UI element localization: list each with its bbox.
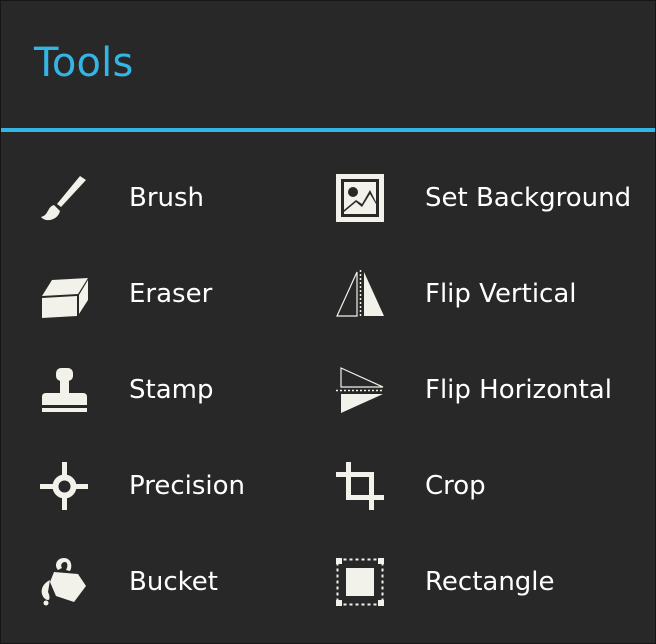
tool-brush[interactable]: Brush <box>40 166 300 230</box>
tool-label: Flip Horizontal <box>425 375 612 405</box>
tool-precision[interactable]: Precision <box>40 454 300 518</box>
tool-flip-vertical[interactable]: Flip Vertical <box>336 262 636 326</box>
stamp-icon <box>40 366 88 414</box>
flip-horizontal-icon <box>336 366 384 414</box>
tool-bucket[interactable]: Bucket <box>40 550 300 614</box>
rectangle-select-icon <box>336 558 384 606</box>
tool-stamp[interactable]: Stamp <box>40 358 300 422</box>
tool-label: Set Background <box>425 183 632 213</box>
tool-label: Eraser <box>129 279 213 309</box>
tools-dialog: Tools Brush Eraser Stamp Precision Bucke… <box>0 0 656 644</box>
tool-eraser[interactable]: Eraser <box>40 262 300 326</box>
tool-crop[interactable]: Crop <box>336 454 636 518</box>
crosshair-icon <box>40 462 88 510</box>
dialog-title: Tools <box>34 40 134 86</box>
tool-rectangle[interactable]: Rectangle <box>336 550 636 614</box>
brush-icon <box>40 174 88 222</box>
tool-set-background[interactable]: Set Background <box>336 166 636 230</box>
tool-label: Precision <box>129 471 246 501</box>
tool-label: Bucket <box>129 567 218 597</box>
tool-label: Flip Vertical <box>425 279 577 309</box>
tool-label: Rectangle <box>425 567 555 597</box>
tool-label: Brush <box>129 183 205 213</box>
image-icon <box>336 174 384 222</box>
tool-flip-horizontal[interactable]: Flip Horizontal <box>336 358 636 422</box>
tool-label: Stamp <box>129 375 214 405</box>
flip-vertical-icon <box>336 270 384 318</box>
tool-label: Crop <box>425 471 486 501</box>
crop-icon <box>336 462 384 510</box>
title-divider <box>1 128 655 132</box>
eraser-icon <box>40 270 88 318</box>
paint-bucket-icon <box>40 558 88 606</box>
